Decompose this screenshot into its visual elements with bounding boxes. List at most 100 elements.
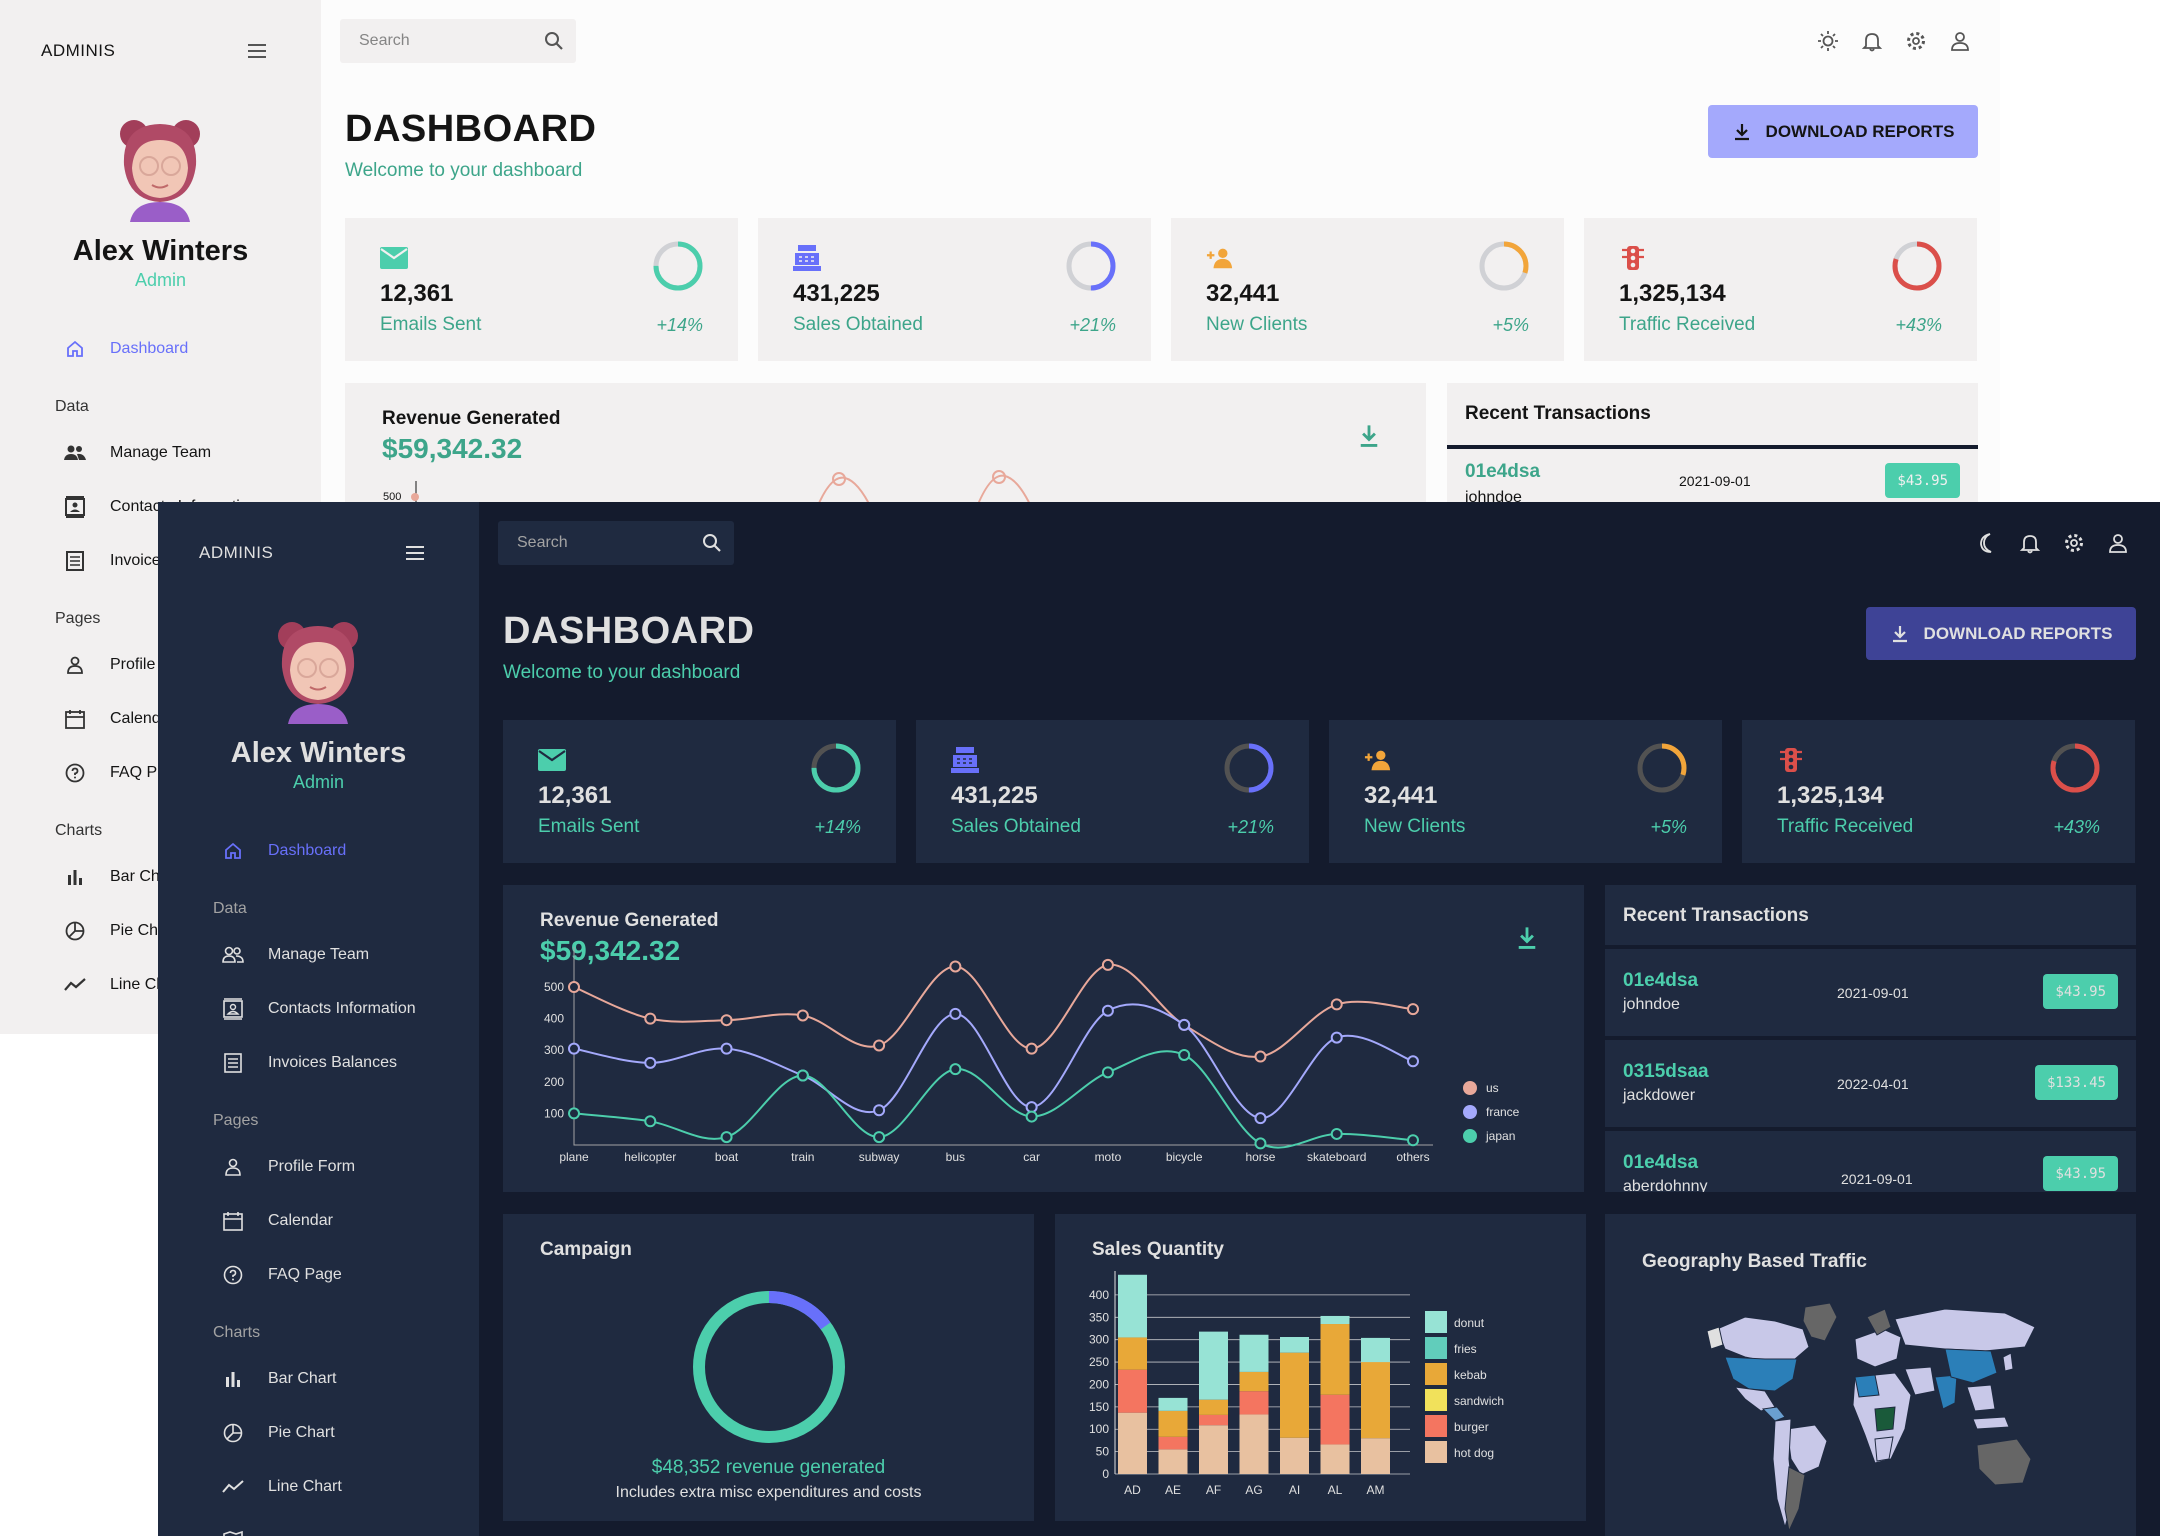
data-point bbox=[644, 1012, 657, 1025]
download-reports-button[interactable]: DOWNLOAD REPORTS bbox=[1708, 105, 1978, 158]
legend-label: france bbox=[1486, 1105, 1520, 1119]
data-point bbox=[949, 960, 962, 973]
light-mode-icon[interactable] bbox=[1817, 30, 1839, 52]
sidebar-item-label: Dashboard bbox=[110, 340, 189, 357]
nav-section-pages: Pages bbox=[213, 1112, 259, 1129]
stat-increase: +43% bbox=[1895, 315, 1942, 335]
dark-mode-icon[interactable] bbox=[1975, 532, 1997, 554]
menu-icon[interactable] bbox=[246, 40, 268, 62]
dark-main: Search DASHBOARD Welcome to your dashboa… bbox=[479, 502, 2160, 1536]
person-add-icon bbox=[1206, 248, 1233, 269]
search-input[interactable]: Search bbox=[498, 521, 734, 565]
sidebar-item-bar-chart[interactable]: Bar Ch bbox=[63, 862, 160, 892]
stat-label: Traffic Received bbox=[1777, 816, 1914, 837]
bar-segment bbox=[1118, 1412, 1147, 1474]
data-point bbox=[568, 1107, 580, 1120]
stat-label: New Clients bbox=[1364, 816, 1466, 837]
sidebar-item-bar-chart[interactable]: Bar Chart bbox=[221, 1364, 336, 1394]
stat-card-sales: 431,225 Sales Obtained +21% bbox=[758, 218, 1151, 361]
stat-increase: +21% bbox=[1069, 315, 1116, 335]
sidebar-item-profile[interactable]: Profile Form bbox=[221, 1152, 355, 1182]
y-tick-label: 400 bbox=[1089, 1288, 1109, 1302]
sidebar-item-geography[interactable] bbox=[221, 1526, 268, 1536]
search-icon[interactable] bbox=[702, 533, 722, 553]
transaction-row[interactable]: 0315dsaa jackdower 2022-04-01 $133.45 bbox=[1605, 1040, 2136, 1127]
notification-icon[interactable] bbox=[2019, 532, 2041, 554]
sidebar-item-pie-chart[interactable]: Pie Ch bbox=[63, 916, 158, 946]
stat-increase: +14% bbox=[656, 315, 703, 335]
data-point bbox=[1025, 1110, 1038, 1123]
sidebar-item-calendar[interactable]: Calendar bbox=[221, 1206, 333, 1236]
x-tick-label: AF bbox=[1206, 1483, 1221, 1497]
y-tick-label: 200 bbox=[544, 1075, 564, 1089]
x-tick-label: bicycle bbox=[1166, 1150, 1203, 1164]
data-point bbox=[1407, 1134, 1419, 1147]
sidebar-item-team[interactable]: Manage Team bbox=[63, 438, 211, 468]
x-tick-label: AL bbox=[1328, 1483, 1343, 1497]
search-icon[interactable] bbox=[544, 31, 564, 51]
menu-icon[interactable] bbox=[404, 542, 426, 564]
receipt-icon bbox=[63, 549, 87, 573]
legend-label: fries bbox=[1454, 1342, 1477, 1356]
stat-card-clients: 32,441 New Clients +5% bbox=[1329, 720, 1722, 863]
legend-label: burger bbox=[1454, 1420, 1489, 1434]
bar-chart-icon bbox=[63, 865, 87, 889]
sidebar-item-label: Line Chart bbox=[268, 1478, 342, 1495]
data-point bbox=[949, 1007, 962, 1020]
sidebar-item-contacts[interactable]: Contacts Information bbox=[221, 994, 416, 1024]
sidebar-item-faq[interactable]: FAQ P bbox=[63, 758, 157, 788]
settings-icon[interactable] bbox=[2063, 532, 2085, 554]
timeline-icon bbox=[221, 1475, 245, 1499]
data-point bbox=[873, 1104, 886, 1117]
pie-chart-icon bbox=[221, 1421, 245, 1445]
sidebar-item-line-chart[interactable]: Line Ch bbox=[63, 970, 165, 1000]
bar-segment bbox=[1199, 1414, 1228, 1426]
sidebar-item-team[interactable]: Manage Team bbox=[221, 940, 369, 970]
download-label: DOWNLOAD REPORTS bbox=[1923, 623, 2113, 643]
email-icon bbox=[380, 247, 408, 269]
data-point bbox=[1330, 998, 1343, 1011]
data-point bbox=[568, 981, 580, 994]
data-point bbox=[1101, 958, 1114, 971]
data-point bbox=[1254, 1112, 1267, 1125]
sidebar-item-line-chart[interactable]: Line Chart bbox=[221, 1472, 342, 1502]
sidebar-item-faq[interactable]: FAQ Page bbox=[221, 1260, 342, 1290]
stat-label: New Clients bbox=[1206, 314, 1308, 335]
person-icon[interactable] bbox=[2107, 532, 2129, 554]
nav-section-charts: Charts bbox=[213, 1324, 261, 1341]
search-input[interactable]: Search bbox=[340, 19, 576, 63]
nav-section-charts: Charts bbox=[55, 822, 103, 839]
usa-shape bbox=[1724, 1356, 1798, 1392]
bar-segment bbox=[1361, 1438, 1390, 1474]
top-icons bbox=[1975, 532, 2129, 554]
pie-chart-icon bbox=[63, 919, 87, 943]
y-tick-label: 400 bbox=[544, 1012, 564, 1026]
stat-increase: +43% bbox=[2053, 817, 2100, 837]
sidebar-item-dashboard[interactable]: Dashboard bbox=[221, 836, 346, 866]
sidebar-item-invoices[interactable]: Invoices Balances bbox=[221, 1048, 397, 1078]
data-point bbox=[1025, 1042, 1038, 1055]
bar-segment bbox=[1361, 1362, 1390, 1439]
transaction-user: johndoe bbox=[1623, 996, 1680, 1013]
sidebar-item-dashboard[interactable]: Dashboard bbox=[63, 334, 188, 364]
calendar-icon bbox=[63, 707, 87, 731]
person-icon[interactable] bbox=[1949, 30, 1971, 52]
bar-segment bbox=[1239, 1414, 1269, 1474]
transaction-row[interactable]: 01e4dsa johndoe 2021-09-01 $43.95 bbox=[1605, 949, 2136, 1036]
legend-label: sandwich bbox=[1454, 1394, 1504, 1408]
stat-value: 12,361 bbox=[380, 280, 454, 307]
sidebar-item-label: Manage Team bbox=[268, 946, 370, 963]
transaction-id: 01e4dsa bbox=[1465, 461, 1541, 482]
progress-ring bbox=[1892, 241, 1942, 291]
central-africa-shape bbox=[1874, 1406, 1896, 1432]
calendar-icon bbox=[221, 1209, 245, 1233]
x-tick-label: skateboard bbox=[1307, 1150, 1366, 1164]
settings-icon[interactable] bbox=[1905, 30, 1927, 52]
sidebar-item-pie-chart[interactable]: Pie Chart bbox=[221, 1418, 335, 1448]
transaction-row[interactable]: 01e4dsa aberdohnny 2021-09-01 $43.95 bbox=[1605, 1131, 2136, 1192]
download-reports-button[interactable]: DOWNLOAD REPORTS bbox=[1866, 607, 2136, 660]
sidebar-item-profile[interactable]: Profile bbox=[63, 650, 155, 680]
data-point bbox=[1330, 1127, 1343, 1140]
nav-section-pages: Pages bbox=[55, 610, 101, 627]
notification-icon[interactable] bbox=[1861, 30, 1883, 52]
